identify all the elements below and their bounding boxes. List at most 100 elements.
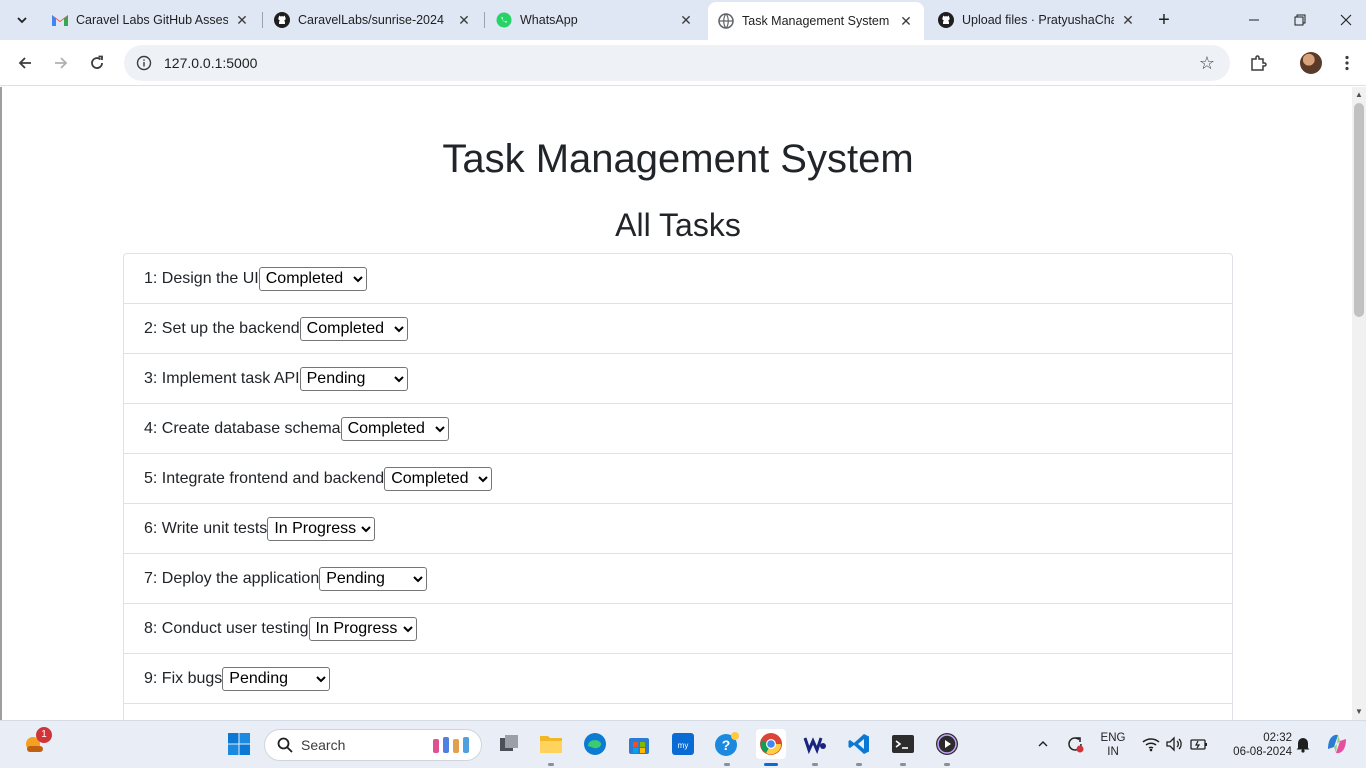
running-indicator: [900, 763, 906, 766]
page-viewport: Task Management System All Tasks 1: Desi…: [0, 87, 1352, 720]
search-icon: [277, 737, 293, 753]
more-menu-icon[interactable]: [1331, 47, 1363, 79]
page-title: Task Management System: [442, 137, 914, 181]
notification-bell-icon[interactable]: [1288, 729, 1318, 759]
tab-separator: [484, 12, 485, 28]
wiz-app-icon[interactable]: [800, 729, 830, 759]
close-window-icon[interactable]: [1323, 0, 1366, 40]
notification-badge: 1: [36, 727, 52, 743]
task-label: 8: Conduct user testing: [144, 619, 309, 637]
tab-title: WhatsApp: [520, 13, 578, 27]
svg-text:my: my: [678, 741, 689, 750]
task-status-select[interactable]: PendingIn ProgressCompleted: [258, 266, 367, 291]
close-icon[interactable]: ✕: [234, 12, 250, 28]
active-indicator: [764, 763, 778, 766]
copilot-icon[interactable]: [1322, 729, 1352, 759]
task-item: [124, 704, 1232, 720]
media-player-icon[interactable]: [932, 729, 962, 759]
close-icon[interactable]: ✕: [678, 12, 694, 28]
task-status-select[interactable]: PendingIn ProgressCompleted: [222, 666, 331, 691]
tab-title: Task Management System: [742, 14, 890, 28]
task-status-select[interactable]: PendingIn ProgressCompleted: [308, 616, 417, 641]
task-status-select[interactable]: PendingIn ProgressCompleted: [384, 466, 493, 491]
chrome-icon[interactable]: [756, 729, 786, 759]
task-label: 9: Fix bugs: [144, 669, 223, 687]
clock[interactable]: 02:32 06-08-2024: [1216, 731, 1292, 759]
scrollbar-thumb[interactable]: [1354, 103, 1364, 317]
show-hidden-icons-chevron-icon[interactable]: [1028, 729, 1058, 759]
tab-separator: [262, 12, 263, 28]
tab-title: CaravelLabs/sunrise-2024: [298, 13, 444, 27]
myhp-icon[interactable]: my: [668, 729, 698, 759]
task-item: 9: Fix bugsPendingIn ProgressCompleted: [124, 654, 1232, 704]
running-indicator: [856, 763, 862, 766]
svg-text:?: ?: [722, 737, 731, 753]
task-status-select[interactable]: PendingIn ProgressCompleted: [319, 566, 428, 591]
task-item: 5: Integrate frontend and backendPending…: [124, 454, 1232, 504]
close-icon[interactable]: ✕: [898, 13, 914, 29]
profile-avatar[interactable]: [1300, 52, 1322, 74]
task-status-select[interactable]: PendingIn ProgressCompleted: [340, 416, 449, 441]
tab-github-sunrise[interactable]: CaravelLabs/sunrise-2024 ✕: [264, 4, 482, 36]
running-indicator: [944, 763, 950, 766]
running-indicator: [548, 763, 554, 766]
github-icon: [938, 12, 954, 28]
scroll-up-icon[interactable]: ▲: [1354, 90, 1364, 100]
restore-icon[interactable]: [1277, 0, 1323, 40]
site-info-icon[interactable]: [128, 55, 160, 71]
language-region: IN: [1107, 746, 1119, 758]
page-scrollbar[interactable]: ▲ ▼: [1352, 87, 1366, 720]
url-text[interactable]: 127.0.0.1:5000: [164, 55, 257, 71]
new-tab-button[interactable]: +: [1150, 8, 1178, 32]
task-status-select[interactable]: PendingIn ProgressCompleted: [267, 516, 376, 541]
close-icon[interactable]: ✕: [456, 12, 472, 28]
task-item: 4: Create database schemaPendingIn Progr…: [124, 404, 1232, 454]
task-view-icon[interactable]: [494, 729, 524, 759]
task-label: 1: Design the UI: [144, 269, 259, 287]
help-icon[interactable]: ?: [712, 729, 742, 759]
tab-task-management[interactable]: Task Management System ✕: [708, 2, 924, 40]
running-indicator: [724, 763, 730, 766]
edge-icon[interactable]: [580, 729, 610, 759]
task-status-select[interactable]: PendingIn ProgressCompleted: [299, 366, 408, 391]
task-list: 1: Design the UIPendingIn ProgressComple…: [123, 253, 1233, 720]
address-bar[interactable]: 127.0.0.1:5000 ☆: [124, 45, 1230, 81]
tab-title: Caravel Labs GitHub Assessm: [76, 13, 228, 27]
bookmark-star-icon[interactable]: ☆: [1196, 52, 1218, 74]
tab-search-chevron-icon[interactable]: [8, 8, 36, 32]
file-explorer-icon[interactable]: [536, 729, 566, 759]
browser-tabstrip: Caravel Labs GitHub Assessm ✕ CaravelLab…: [0, 0, 1366, 40]
tab-gmail[interactable]: Caravel Labs GitHub Assessm ✕: [42, 4, 260, 36]
github-icon: [274, 12, 290, 28]
task-status-select[interactable]: PendingIn ProgressCompleted: [299, 316, 408, 341]
reload-icon[interactable]: [81, 47, 113, 79]
task-label: 3: Implement task API: [144, 369, 300, 387]
battery-icon[interactable]: [1184, 729, 1214, 759]
language-indicator[interactable]: ENG IN: [1096, 731, 1130, 759]
task-item: 2: Set up the backendPendingIn ProgressC…: [124, 304, 1232, 354]
task-item: 8: Conduct user testingPendingIn Progres…: [124, 604, 1232, 654]
task-label: 7: Deploy the application: [144, 569, 320, 587]
close-icon[interactable]: ✕: [1120, 12, 1136, 28]
forward-arrow-icon[interactable]: [45, 47, 77, 79]
sync-status-icon[interactable]: [1060, 729, 1090, 759]
tab-upload-files[interactable]: Upload files · PratyushaChat ✕: [928, 4, 1146, 36]
tab-whatsapp[interactable]: WhatsApp ✕: [486, 4, 704, 36]
whatsapp-icon: [496, 12, 512, 28]
task-item: 1: Design the UIPendingIn ProgressComple…: [124, 254, 1232, 304]
clock-date: 06-08-2024: [1233, 746, 1292, 758]
scroll-down-icon[interactable]: ▼: [1354, 707, 1364, 717]
language-code: ENG: [1100, 732, 1126, 744]
microsoft-store-icon[interactable]: [624, 729, 654, 759]
weather-widget-icon[interactable]: 1: [20, 727, 52, 759]
taskbar-search-box[interactable]: Search: [264, 729, 482, 761]
task-label: 4: Create database schema: [144, 419, 341, 437]
extensions-icon[interactable]: [1242, 47, 1274, 79]
windows-start-icon[interactable]: [224, 729, 254, 759]
back-arrow-icon[interactable]: [9, 47, 41, 79]
task-item: 3: Implement task APIPendingIn ProgressC…: [124, 354, 1232, 404]
vscode-icon[interactable]: [844, 729, 874, 759]
section-title: All Tasks: [615, 207, 741, 243]
terminal-icon[interactable]: [888, 729, 918, 759]
minimize-icon[interactable]: [1231, 0, 1277, 40]
